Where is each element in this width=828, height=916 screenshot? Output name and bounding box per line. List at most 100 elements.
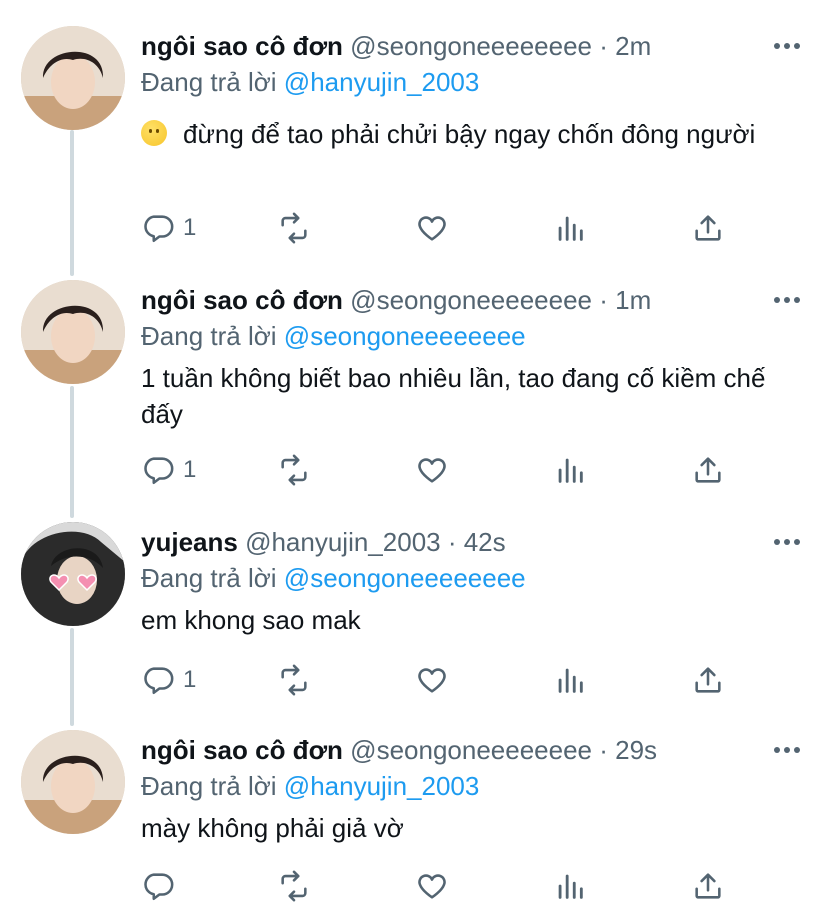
more-icon <box>774 43 800 49</box>
display-name[interactable]: yujeans <box>141 527 238 557</box>
share-button[interactable] <box>691 868 725 904</box>
tweet-actions: 1 <box>141 452 781 488</box>
reply-count: 1 <box>183 666 197 693</box>
like-button[interactable] <box>415 210 449 246</box>
mention-link[interactable]: @hanyujin_2003 <box>284 67 480 97</box>
reply-button[interactable] <box>141 868 183 904</box>
like-button[interactable] <box>415 452 449 488</box>
timestamp[interactable]: · 29s <box>599 735 657 765</box>
avatar-image <box>21 280 125 384</box>
smile-emoji-icon <box>141 120 167 146</box>
heart-icon <box>418 874 446 899</box>
timestamp[interactable]: · 2m <box>599 31 651 61</box>
share-icon <box>695 457 721 483</box>
reply-button[interactable]: 1 <box>141 452 196 488</box>
like-button[interactable] <box>415 868 449 904</box>
tweet-actions: 1 <box>141 210 781 246</box>
tweet-actions: 1 <box>141 662 781 698</box>
replying-to: Đang trả lời @seongoneeeeeeee <box>141 320 526 352</box>
avatar[interactable] <box>21 280 125 384</box>
heart-icon <box>418 668 446 693</box>
tweet-header: ngôi sao cô đơn @seongoneeeeeeee · 29s <box>141 734 657 766</box>
reply-button[interactable]: 1 <box>141 210 196 246</box>
share-icon <box>695 215 721 241</box>
share-icon <box>695 667 721 693</box>
reply-count: 1 <box>183 456 197 483</box>
replying-to-label: Đang trả lời <box>141 563 277 593</box>
more-icon <box>774 539 800 545</box>
reply-icon <box>144 457 174 485</box>
timestamp[interactable]: · 42s <box>448 527 506 557</box>
tweet[interactable]: ngôi sao cô đơn @seongoneeeeeeee · 1m Đa… <box>0 280 828 506</box>
retweet-icon <box>281 454 307 486</box>
retweet-icon <box>281 664 307 696</box>
replying-to-label: Đang trả lời <box>141 67 277 97</box>
reply-count: 1 <box>183 214 197 241</box>
mention-link[interactable]: @hanyujin_2003 <box>284 771 480 801</box>
replying-to: Đang trả lời @seongoneeeeeeee <box>141 562 526 594</box>
tweet-header: yujeans @hanyujin_2003 · 42s <box>141 526 506 558</box>
replying-to-label: Đang trả lời <box>141 321 277 351</box>
like-button[interactable] <box>415 662 449 698</box>
analytics-icon <box>558 216 583 241</box>
tweet[interactable]: yujeans @hanyujin_2003 · 42s Đang trả lờ… <box>0 522 828 712</box>
more-icon <box>774 297 800 303</box>
more-button[interactable] <box>771 740 803 760</box>
avatar[interactable] <box>21 26 125 130</box>
share-button[interactable] <box>691 662 725 698</box>
tweet-text-content: đừng để tao phải chửi bậy ngay chốn đông… <box>183 119 756 149</box>
more-button[interactable] <box>771 532 803 552</box>
share-button[interactable] <box>691 452 725 488</box>
retweet-button[interactable] <box>277 868 311 904</box>
mention-link[interactable]: @seongoneeeeeeee <box>284 321 526 351</box>
retweet-icon <box>281 870 307 902</box>
analytics-button[interactable] <box>553 868 587 904</box>
share-icon <box>695 873 721 899</box>
share-button[interactable] <box>691 210 725 246</box>
retweet-button[interactable] <box>277 662 311 698</box>
user-handle[interactable]: @hanyujin_2003 <box>245 527 441 557</box>
tweet-text: em khong sao mak <box>141 605 361 635</box>
display-name[interactable]: ngôi sao cô đơn <box>141 735 343 765</box>
analytics-button[interactable] <box>553 452 587 488</box>
retweet-button[interactable] <box>277 452 311 488</box>
heart-icon <box>418 458 446 483</box>
more-icon <box>774 747 800 753</box>
replying-to: Đang trả lời @hanyujin_2003 <box>141 770 479 802</box>
analytics-button[interactable] <box>553 662 587 698</box>
user-handle[interactable]: @seongoneeeeeeee <box>350 735 592 765</box>
avatar-image <box>21 26 125 130</box>
more-button[interactable] <box>771 290 803 310</box>
avatar-image <box>21 522 125 626</box>
reply-icon <box>144 873 174 901</box>
retweet-icon <box>281 212 307 244</box>
tweet-text: đừng để tao phải chửi bậy ngay chốn đông… <box>141 116 801 152</box>
user-handle[interactable]: @seongoneeeeeeee <box>350 285 592 315</box>
analytics-icon <box>558 874 583 899</box>
tweet-text: mày không phải giả vờ <box>141 813 404 843</box>
heart-icon <box>418 216 446 241</box>
display-name[interactable]: ngôi sao cô đơn <box>141 31 343 61</box>
avatar[interactable] <box>21 522 125 626</box>
analytics-button[interactable] <box>553 210 587 246</box>
reply-icon <box>144 667 174 695</box>
more-button[interactable] <box>771 36 803 56</box>
display-name[interactable]: ngôi sao cô đơn <box>141 285 343 315</box>
timestamp[interactable]: · 1m <box>599 285 651 315</box>
tweet-header: ngôi sao cô đơn @seongoneeeeeeee · 2m <box>141 30 651 62</box>
replying-to: Đang trả lời @hanyujin_2003 <box>141 66 479 98</box>
tweet-header: ngôi sao cô đơn @seongoneeeeeeee · 1m <box>141 284 651 316</box>
user-handle[interactable]: @seongoneeeeeeee <box>350 31 592 61</box>
avatar[interactable] <box>21 730 125 834</box>
replying-to-label: Đang trả lời <box>141 771 277 801</box>
mention-link[interactable]: @seongoneeeeeeee <box>284 563 526 593</box>
tweet-actions <box>141 868 781 904</box>
reply-button[interactable]: 1 <box>141 662 196 698</box>
avatar-image <box>21 730 125 834</box>
tweet[interactable]: ngôi sao cô đơn @seongoneeeeeeee · 2m Đa… <box>0 26 828 266</box>
analytics-icon <box>558 668 583 693</box>
retweet-button[interactable] <box>277 210 311 246</box>
tweet-text: 1 tuần không biết bao nhiêu lần, tao đan… <box>141 363 766 429</box>
tweet[interactable]: ngôi sao cô đơn @seongoneeeeeeee · 29s Đ… <box>0 730 828 916</box>
reply-icon <box>144 215 174 243</box>
